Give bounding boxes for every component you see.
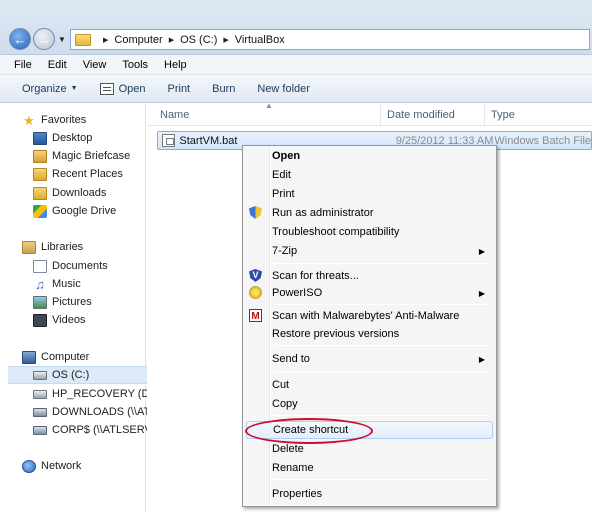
menu-help[interactable]: Help [164,59,187,71]
ctx-print[interactable]: Print [246,185,493,203]
menu-separator [273,263,491,264]
submenu-arrow-icon: ▶ [478,246,485,256]
column-header-date-modified[interactable]: Date modified [381,104,485,126]
ctx-copy[interactable]: Copy [246,395,493,413]
desktop-icon [33,131,47,145]
open-button[interactable]: Open [99,82,146,95]
menu-separator [273,345,491,346]
ctx-7zip[interactable]: 7-Zip ▶ [246,242,493,260]
network-globe-icon [22,459,36,473]
ctx-restore-previous-versions[interactable]: Restore previous versions [246,325,493,343]
burn-button[interactable]: Burn [212,83,235,95]
ctx-rename[interactable]: Rename [246,459,493,477]
ctx-properties[interactable]: Properties [246,485,493,503]
file-type: Windows Batch File [494,134,592,147]
videos-icon [33,313,47,327]
chevron-right-icon[interactable]: ▶ [223,36,228,44]
breadcrumb-computer[interactable]: Computer [114,34,162,46]
breadcrumb-os-c[interactable]: OS (C:) [180,34,217,46]
ctx-poweriso[interactable]: PowerISO ▶ [246,284,493,302]
address-area: ← → ▼ ▶ Computer ▶ OS (C:) ▶ VirtualBox [0,0,592,55]
organize-label: Organize [22,82,67,95]
documents-icon [33,259,47,273]
context-menu: Open Edit Print Run as administrator Tro… [242,145,497,507]
chevron-right-icon[interactable]: ▶ [169,36,174,44]
column-header-row: ▲ Name Date modified Type [147,101,592,126]
recent-pages-dropdown[interactable]: ▼ [58,35,66,44]
organize-button[interactable]: Organize ▼ [22,83,78,95]
computer-icon [22,350,36,364]
menu-bar: File Edit View Tools Help [0,55,592,75]
print-button[interactable]: Print [168,83,191,95]
ctx-cut[interactable]: Cut [246,376,493,394]
back-button[interactable]: ← [9,28,31,50]
recent-places-icon [33,167,47,181]
ctx-run-as-administrator[interactable]: Run as administrator [246,204,493,222]
hard-drive-icon [33,370,47,380]
poweriso-disc-icon [249,286,262,299]
navigation-pane: ★ Favorites Desktop Magic Briefcase Rece… [0,104,159,512]
menu-separator [273,304,491,305]
command-bar: Organize ▼ Open Print Burn New folder [0,75,592,103]
antivirus-shield-icon: V [249,269,262,282]
ctx-scan-for-threats[interactable]: V Scan for threats... [246,267,493,285]
arrow-left-icon: ← [13,31,27,47]
open-icon [99,82,114,95]
ctx-edit[interactable]: Edit [246,166,493,184]
new-folder-button[interactable]: New folder [257,83,310,95]
open-label: Open [118,82,146,95]
column-header-name[interactable]: Name [147,104,381,126]
folder-icon [75,33,91,46]
arrow-right-icon: → [37,31,51,47]
menu-edit[interactable]: Edit [48,59,67,71]
star-icon: ★ [23,112,35,128]
ctx-open[interactable]: Open [246,147,493,165]
column-header-type[interactable]: Type [485,104,592,126]
forward-button[interactable]: → [33,28,55,50]
menu-file[interactable]: File [14,59,32,71]
network-drive-icon [33,407,47,417]
menu-separator [273,371,491,372]
ctx-delete[interactable]: Delete [246,440,493,458]
ctx-create-shortcut[interactable]: Create shortcut [246,421,493,439]
music-note-icon: ♫ [35,276,45,292]
menu-tools[interactable]: Tools [122,59,148,71]
hard-drive-icon [33,389,47,399]
chevron-down-icon: ▼ [70,85,78,92]
batch-file-icon [162,134,176,147]
ctx-troubleshoot-compatibility[interactable]: Troubleshoot compatibility [246,223,493,241]
submenu-arrow-icon: ▶ [478,288,485,298]
chevron-right-icon[interactable]: ▶ [103,36,108,44]
network-drive-icon [33,425,47,435]
menu-separator [273,415,491,416]
downloads-folder-icon [33,186,47,200]
menu-view[interactable]: View [83,59,107,71]
uac-shield-icon [249,206,262,219]
breadcrumb-virtualbox[interactable]: VirtualBox [235,34,285,46]
ctx-scan-malwarebytes[interactable]: M Scan with Malwarebytes' Anti-Malware [246,307,493,325]
google-drive-icon [33,204,47,218]
nav-os-c[interactable]: OS (C:) [8,366,154,384]
pictures-icon [33,295,47,309]
briefcase-icon [33,149,47,163]
submenu-arrow-icon: ▶ [478,354,485,364]
ctx-send-to[interactable]: Send to ▶ [246,350,493,368]
libraries-icon [22,240,36,254]
malwarebytes-icon: M [249,309,262,322]
address-bar[interactable]: ▶ Computer ▶ OS (C:) ▶ VirtualBox [70,29,590,50]
menu-separator [273,479,491,480]
